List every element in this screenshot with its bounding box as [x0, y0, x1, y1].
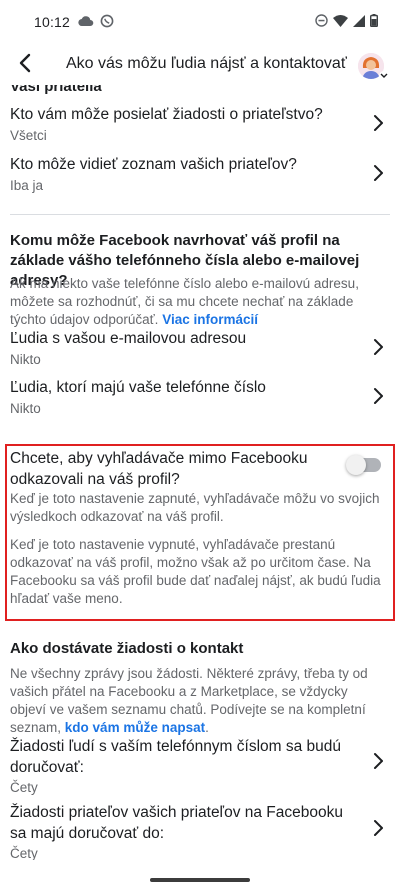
- row-value: Iba ja: [10, 178, 44, 193]
- settings-content[interactable]: Vaši priatelia Kto vám môže posielať žia…: [0, 80, 400, 860]
- chevron-right-icon: [370, 112, 386, 134]
- status-time: 10:12: [34, 14, 71, 30]
- section-heading-friends: Vaši priatelia: [10, 80, 102, 95]
- row-title: Kto môže vidieť zoznam vašich priateľov?: [10, 156, 297, 173]
- status-bar: 10:12: [0, 0, 400, 44]
- chevron-right-icon: [370, 750, 386, 772]
- row-value: Všetci: [10, 128, 47, 143]
- search-engines-desc-off: Keď je toto nastavenie vypnuté, vyhľadáv…: [10, 537, 381, 606]
- chevron-right-icon: [370, 336, 386, 358]
- friends-list-visibility-row[interactable]: Kto môže vidieť zoznam vašich priateľov?…: [0, 150, 400, 198]
- wifi-icon: [333, 14, 348, 30]
- row-title: Žiadosti priateľov vašich priateľov na F…: [10, 804, 343, 842]
- back-arrow-icon: [18, 53, 32, 78]
- chevron-right-icon: [370, 385, 386, 407]
- email-lookup-row[interactable]: Ľudia s vašou e-mailovou adresou Nikto: [0, 324, 400, 372]
- cloud-icon: [78, 14, 94, 30]
- toggle-knob: [346, 455, 366, 475]
- row-title: Ľudia s vašou e-mailovou adresou: [10, 330, 247, 347]
- phone-lookup-row[interactable]: Ľudia, ktorí majú vaše telefónne číslo N…: [0, 373, 400, 421]
- row-title: Žiadosti ľudí s vaším telefónnym číslom …: [10, 738, 342, 776]
- do-not-disturb-icon: [315, 14, 328, 30]
- chevron-right-icon: [370, 162, 386, 184]
- lookup-description: Ak má niekto vaše telefónne číslo alebo …: [10, 275, 385, 329]
- friend-requests-row[interactable]: Kto vám môže posielať žiadosti o priateľ…: [0, 100, 400, 148]
- section-heading-contact-requests: Ako dostávate žiadosti o kontakt: [10, 640, 244, 657]
- search-engines-toggle[interactable]: [346, 455, 381, 475]
- viber-icon: [100, 14, 114, 31]
- divider: [10, 214, 390, 215]
- row-value: Čety: [10, 780, 38, 795]
- chevron-right-icon: [370, 817, 386, 839]
- search-engines-desc-on: Keď je toto nastavenie zapnuté, vyhľadáv…: [10, 491, 380, 524]
- row-value: Čety: [10, 846, 38, 860]
- row-title: Ľudia, ktorí majú vaše telefónne číslo: [10, 379, 266, 396]
- battery-icon: [369, 14, 378, 30]
- row-value: Nikto: [10, 401, 41, 416]
- row-value: Nikto: [10, 352, 41, 367]
- row-title: Kto vám môže posielať žiadosti o priateľ…: [10, 106, 323, 123]
- phone-requests-row[interactable]: Žiadosti ľudí s vaším telefónnym číslom …: [0, 732, 400, 800]
- search-engines-title: Chcete, aby vyhľadávače mimo Facebooku o…: [10, 450, 308, 488]
- back-button[interactable]: [10, 50, 40, 80]
- friends-of-friends-requests-row[interactable]: Žiadosti priateľov vašich priateľov na F…: [0, 800, 400, 860]
- signal-icon: [353, 14, 365, 30]
- contact-requests-description: Ne všechny zprávy jsou žádosti. Některé …: [10, 665, 385, 737]
- page-title: Ako vás môžu ľudia nájsť a kontaktovať: [66, 55, 347, 72]
- gesture-navigation-bar[interactable]: [150, 878, 250, 882]
